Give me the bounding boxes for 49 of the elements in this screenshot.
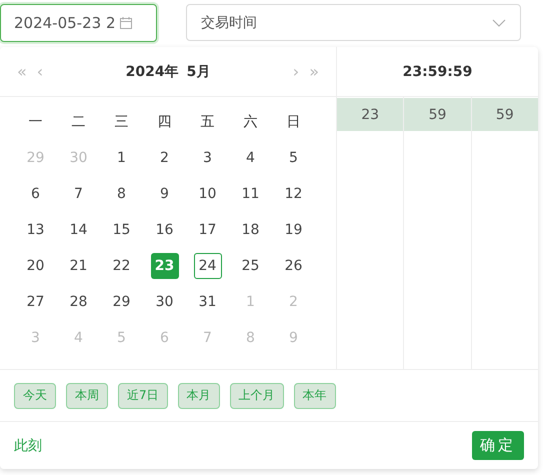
day-cell[interactable]: 14 (64, 217, 92, 243)
day-cell[interactable]: 7 (64, 181, 92, 207)
day-cell[interactable]: 24 (194, 253, 222, 279)
time-cell[interactable]: 23 (337, 98, 404, 131)
weekday-label: 一 (28, 113, 42, 132)
weekday-label: 日 (286, 113, 300, 132)
day-cell[interactable]: 5 (280, 145, 308, 171)
day-cell[interactable]: 11 (236, 181, 264, 207)
day-cell[interactable]: 4 (236, 145, 264, 171)
time-title: 23:59:59 (337, 47, 538, 97)
weekday-label: 二 (72, 113, 86, 132)
day-cell[interactable]: 10 (194, 181, 222, 207)
day-cell[interactable]: 27 (22, 289, 50, 315)
day-cell[interactable]: 6 (22, 181, 50, 207)
day-cell[interactable]: 13 (22, 217, 50, 243)
day-cell[interactable]: 17 (194, 217, 222, 243)
day-cell[interactable]: 26 (280, 253, 308, 279)
select-field[interactable]: 交易时间 (186, 4, 521, 41)
select-value: 交易时间 (201, 14, 257, 32)
time-cell[interactable]: 59 (404, 98, 471, 131)
month-title[interactable]: 5月 (186, 62, 210, 80)
day-cell[interactable]: 18 (236, 217, 264, 243)
day-cell[interactable]: 29 (108, 289, 136, 315)
day-cell[interactable]: 9 (150, 181, 178, 207)
day-cell[interactable]: 28 (64, 289, 92, 315)
day-cell[interactable]: 30 (150, 289, 178, 315)
day-cell[interactable]: 8 (108, 181, 136, 207)
day-cell[interactable]: 15 (108, 217, 136, 243)
weekday-label: 五 (200, 113, 214, 132)
day-cell[interactable]: 12 (280, 181, 308, 207)
year-title[interactable]: 2024年 (126, 62, 179, 80)
day-cell[interactable]: 25 (236, 253, 264, 279)
day-cell[interactable]: 22 (108, 253, 136, 279)
weekday-label: 三 (114, 113, 128, 132)
day-cell[interactable]: 31 (194, 289, 222, 315)
date-input[interactable]: 2024-05-23 2 (0, 4, 157, 42)
day-cell[interactable]: 16 (150, 217, 178, 243)
day-cell[interactable]: 20 (22, 253, 50, 279)
weekday-label: 六 (244, 113, 258, 132)
day-cell[interactable]: 1 (108, 145, 136, 171)
day-cell[interactable]: 19 (280, 217, 308, 243)
day-cell[interactable]: 3 (194, 145, 222, 171)
time-cell[interactable]: 59 (472, 98, 538, 131)
day-cell[interactable]: 2 (150, 145, 178, 171)
date-value: 2024-05-23 2 (14, 14, 116, 32)
weekday-label: 四 (158, 113, 172, 132)
chevron-down-icon (492, 18, 506, 26)
calendar-icon (119, 16, 134, 30)
day-cell[interactable]: 21 (64, 253, 92, 279)
